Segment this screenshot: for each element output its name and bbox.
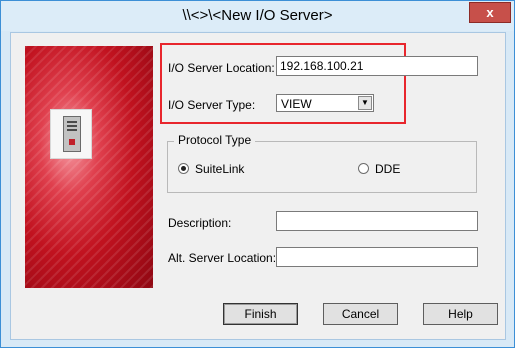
server-type-select[interactable]: VIEW ▼	[276, 94, 374, 112]
protocol-type-label: Protocol Type	[174, 133, 256, 147]
close-button[interactable]: x	[469, 2, 511, 23]
close-icon: x	[486, 5, 494, 20]
window-title: \\<>\<New I/O Server>	[182, 7, 333, 24]
server-slot	[67, 125, 77, 127]
server-location-label: I/O Server Location:	[168, 61, 275, 75]
description-label: Description:	[168, 216, 232, 230]
server-type-value: VIEW	[281, 97, 312, 111]
title-bar[interactable]: \\<>\<New I/O Server> x	[1, 1, 514, 31]
server-tower-body	[63, 116, 81, 152]
server-slot	[67, 121, 77, 123]
banner-pattern	[25, 46, 153, 288]
new-io-server-dialog: \\<>\<New I/O Server> x I/O Server Locat…	[0, 0, 515, 348]
dde-radio[interactable]	[358, 163, 369, 174]
server-slot	[67, 129, 77, 131]
dde-label[interactable]: DDE	[375, 162, 400, 176]
suitelink-label[interactable]: SuiteLink	[195, 162, 244, 176]
radio-selected-dot	[181, 166, 186, 171]
server-type-label: I/O Server Type:	[168, 98, 256, 112]
server-led	[69, 139, 75, 145]
description-field[interactable]	[276, 211, 478, 231]
chevron-down-icon[interactable]: ▼	[358, 96, 372, 110]
dialog-body: I/O Server Location: 192.168.100.21 I/O …	[10, 32, 506, 340]
cancel-button[interactable]: Cancel	[323, 303, 398, 325]
server-computer-icon	[50, 109, 92, 159]
alt-server-location-field[interactable]	[276, 247, 478, 267]
help-button[interactable]: Help	[423, 303, 498, 325]
alt-server-location-label: Alt. Server Location:	[168, 251, 277, 265]
wizard-banner-image	[25, 46, 153, 288]
finish-button[interactable]: Finish	[223, 303, 298, 325]
suitelink-radio[interactable]	[178, 163, 189, 174]
server-location-field[interactable]: 192.168.100.21	[276, 56, 478, 76]
